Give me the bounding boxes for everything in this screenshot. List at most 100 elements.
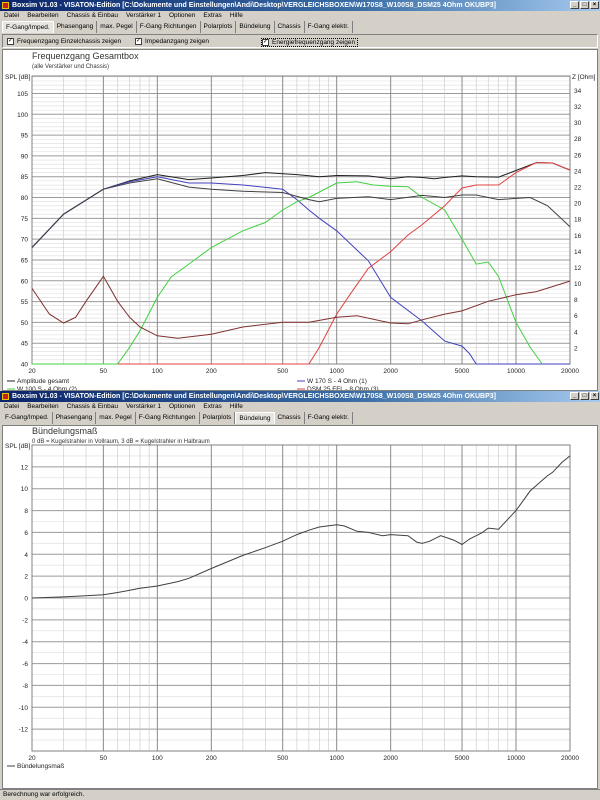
tab-phasengang[interactable]: Phasengang [54, 21, 98, 33]
legend-label: W 170 S - 4 Ohm (1) [307, 378, 367, 385]
frequency-response-panel: Frequenzgang Gesamtbox (alle Verstärker u… [2, 49, 598, 393]
checkbox-box[interactable]: ✓ [135, 38, 142, 45]
tab-f-gang-imped-[interactable]: F-Gang/Imped. [2, 412, 53, 424]
tab-phasengang[interactable]: Phasengang [53, 412, 97, 424]
maximize-button[interactable]: □ [580, 1, 589, 9]
tab-f-gang-richtungen[interactable]: F-Gang Richtungen [137, 21, 201, 33]
directivity-panel: Bündelungsmaß 0 dB = Kugelstrahler in Vol… [2, 425, 598, 789]
tab-max-pegel[interactable]: max. Pegel [97, 21, 137, 33]
minimize-button[interactable]: _ [570, 392, 579, 400]
checkbox-box[interactable]: ✓ [7, 38, 14, 45]
x-tick-label: 1000 [329, 368, 344, 375]
tab-f-gang-imped-[interactable]: F-Gang/Imped. [2, 21, 54, 33]
x-tick-label: 200 [206, 755, 217, 762]
tab-chassis[interactable]: Chassis [275, 21, 305, 33]
menu-item[interactable]: Optionen [169, 11, 195, 21]
close-button[interactable]: × [590, 392, 599, 400]
y2-tick-label: 28 [574, 136, 582, 143]
y2-tick-label: 2 [574, 345, 578, 352]
y-tick-label: 12 [21, 464, 29, 471]
tab-polarplots[interactable]: Polarplots [200, 412, 236, 424]
maximize-button[interactable]: □ [580, 392, 589, 400]
menu-item[interactable]: Datei [4, 11, 19, 21]
menu-item[interactable]: Extras [203, 402, 221, 412]
y-tick-label: -12 [19, 727, 29, 734]
y-tick-label: 45 [21, 341, 29, 348]
x-tick-label: 5000 [455, 755, 470, 762]
tab-chassis[interactable]: Chassis [275, 412, 305, 424]
x-tick-label: 1000 [329, 755, 344, 762]
checkbox-single-chassis[interactable]: ✓ Frequenzgang Einzelchassis zeigen [7, 38, 121, 45]
x-tick-label: 500 [277, 755, 288, 762]
checkbox-energy[interactable]: ✓ Energiefrequenzgang zeigen [261, 38, 359, 47]
y2-tick-label: 4 [574, 329, 578, 336]
checkbox-impedance[interactable]: ✓ Impedanzgang zeigen [135, 38, 209, 45]
window-title: Boxsim V1.03 - VISATON-Edition [C:\Dokum… [12, 2, 496, 9]
y-tick-label: -10 [19, 705, 29, 712]
menu-item[interactable]: Chassis & Einbau [67, 11, 118, 21]
checkbox-box[interactable]: ✓ [262, 39, 269, 46]
y-tick-label: 50 [21, 320, 29, 327]
tab-bar: F-Gang/Imped. Phasengang max. Pegel F-Gang … [2, 21, 353, 33]
y-tick-label: 75 [21, 216, 29, 223]
y-tick-label: 2 [24, 574, 28, 581]
menu-item[interactable]: Bearbeiten [27, 11, 58, 21]
chart-subtitle: 0 dB = Kugelstrahler in Vollraum, 3 dB =… [32, 439, 210, 445]
chart-title: Bündelungsmaß [32, 426, 98, 436]
menu-item[interactable]: Chassis & Einbau [67, 402, 118, 412]
menu-item[interactable]: Verstärker 1 [126, 402, 161, 412]
menu-item[interactable]: Verstärker 1 [126, 11, 161, 21]
menu-item[interactable]: Datei [4, 402, 19, 412]
menu-item[interactable]: Bearbeiten [27, 402, 58, 412]
menu-bar-2: Datei Bearbeiten Chassis & Einbau Verstärke… [0, 402, 600, 412]
y2-tick-label: 34 [574, 88, 582, 95]
menu-item[interactable]: Hilfe [230, 402, 243, 412]
x-tick-label: 20000 [561, 755, 579, 762]
close-button[interactable]: × [590, 1, 599, 9]
series-line-bündelungsma- [31, 455, 571, 599]
legend-label: Bündelungsmaß [17, 763, 64, 770]
y-tick-label: 70 [21, 237, 29, 244]
tab-bündelung[interactable]: Bündelung [236, 21, 275, 33]
y-tick-label: 90 [21, 153, 29, 160]
legend-label: W 100 S - 4 Ohm (2) [17, 386, 77, 390]
legend-label: DSM 25 FFL - 8 Ohm (3) [307, 386, 379, 390]
window-title: Boxsim V1.03 - VISATON-Edition [C:\Dokum… [12, 393, 496, 400]
series-line-w-170-s-4-ohm-1- [31, 176, 570, 365]
y-tick-label: 0 [24, 596, 28, 603]
series-line-w-100-s-4-ohm-2- [32, 181, 543, 365]
y2-tick-label: 32 [574, 104, 582, 111]
tab-polarplots[interactable]: Polarplots [201, 21, 237, 33]
y-tick-label: 10 [21, 486, 29, 493]
tab-f-gang-richtungen[interactable]: F-Gang Richtungen [136, 412, 200, 424]
y-tick-label: 60 [21, 278, 29, 285]
directivity-chart: Bündelungsmaß 0 dB = Kugelstrahler in Vol… [5, 426, 579, 770]
y2-tick-label: 20 [574, 201, 582, 208]
x-tick-label: 50 [100, 368, 108, 375]
x-tick-label: 100 [152, 368, 163, 375]
x-tick-label: 500 [277, 368, 288, 375]
minimize-button[interactable]: _ [570, 1, 579, 9]
y-tick-label: 6 [24, 530, 28, 537]
tab-bündelung[interactable]: Bündelung [235, 412, 275, 424]
y2-axis-label: Z [Ohm] [572, 74, 596, 81]
menu-item[interactable]: Hilfe [230, 11, 243, 21]
y-tick-label: 85 [21, 174, 29, 181]
tab-max-pegel[interactable]: max. Pegel [96, 412, 136, 424]
status-bar: Berechnung war erfolgreich. [0, 789, 600, 800]
menu-item[interactable]: Optionen [169, 402, 195, 412]
y-tick-label: -8 [22, 683, 28, 690]
x-tick-label: 2000 [383, 755, 398, 762]
menu-item[interactable]: Extras [203, 11, 221, 21]
title-bar-2: Boxsim V1.03 - VISATON-Edition [C:\Dokum… [0, 391, 600, 402]
y2-tick-label: 30 [574, 120, 582, 127]
options-row: ✓ Frequenzgang Einzelchassis zeigen ✓ Impe… [2, 34, 598, 48]
legend-label: Amplitude gesamt [17, 378, 69, 385]
y-axis-label: SPL [dB] [5, 443, 31, 450]
x-tick-label: 50 [100, 755, 108, 762]
tab-f-gang-elektr-[interactable]: F-Gang elektr. [305, 412, 353, 424]
tab-f-gang-elektr-[interactable]: F-Gang elektr. [305, 21, 353, 33]
x-tick-label: 5000 [455, 368, 470, 375]
y2-tick-label: 24 [574, 168, 582, 175]
plot-frame [31, 75, 571, 365]
